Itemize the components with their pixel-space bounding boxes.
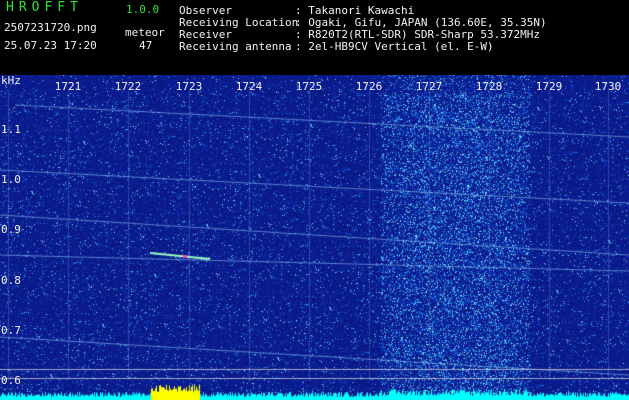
y-tick-label: 0.8 <box>1 274 21 287</box>
x-tick-label: 1725 <box>295 80 323 93</box>
x-tick-label: 1728 <box>475 80 503 93</box>
x-tick-label: 1726 <box>355 80 383 93</box>
file-name: 2507231720.png <box>4 21 97 34</box>
y-axis-unit: kHz <box>1 74 21 87</box>
x-tick-label: 1723 <box>175 80 203 93</box>
y-tick-label: 0.7 <box>1 324 21 337</box>
y-tick-label: 0.9 <box>1 223 21 236</box>
date-time: 25.07.23 17:20 <box>4 39 97 52</box>
counter-label: meteor <box>125 26 165 39</box>
x-tick-label: 1730 <box>594 80 622 93</box>
x-tick-label: 1721 <box>54 80 82 93</box>
info-antenna-value: : 2el-HB9CV Vertical (el. E-W) <box>295 40 494 53</box>
app-logo: HROFFT <box>6 0 83 15</box>
y-tick-label: 1.0 <box>1 173 21 186</box>
y-tick-label: 0.6 <box>1 374 21 387</box>
y-tick-label: 1.1 <box>1 123 21 136</box>
app-version: 1.0.0 <box>126 3 160 16</box>
waterfall-spectrogram <box>0 75 629 400</box>
x-tick-label: 1724 <box>235 80 263 93</box>
counter-value: 47 <box>139 39 153 52</box>
x-tick-label: 1729 <box>535 80 563 93</box>
x-tick-label: 1727 <box>415 80 443 93</box>
x-tick-label: 1722 <box>114 80 142 93</box>
info-antenna-key: Receiving antenna <box>179 40 292 53</box>
